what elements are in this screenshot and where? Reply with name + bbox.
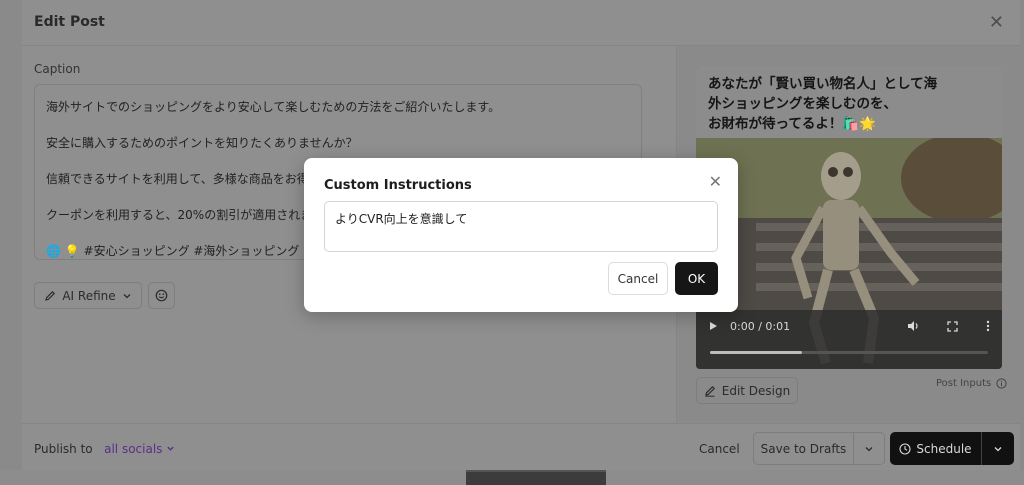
fullscreen-icon[interactable] (947, 320, 958, 332)
play-icon[interactable] (708, 321, 718, 331)
background-thumbnail (466, 470, 606, 485)
caption-line: 安全に購入するためのポイントを知りたくありませんか？ (46, 136, 358, 150)
caption-label: Caption (34, 62, 81, 76)
chevron-down-icon (167, 446, 174, 451)
clock-icon (899, 442, 911, 455)
publish-to: Publish to all socials (34, 442, 175, 456)
save-to-drafts-button[interactable]: Save to Drafts (754, 433, 854, 464)
background-page-right (1020, 0, 1024, 485)
cancel-button[interactable]: Cancel (699, 442, 740, 456)
pencil-icon (704, 385, 715, 397)
modal-footer: Publish to all socials Cancel Save to Dr… (22, 423, 1020, 470)
post-preview-text: あなたが「賢い買い物名人」として海 外ショッピングを楽しむのを、 お財布が待って… (696, 66, 1002, 138)
post-text-line: 外ショッピングを楽しむのを、 (708, 96, 897, 112)
dialog-ok-button[interactable]: OK (675, 262, 718, 295)
post-preview-card: あなたが「賢い買い物名人」として海 外ショッピングを楽しむのを、 お財布が待って… (696, 66, 1002, 369)
ai-refine-label: AI Refine (62, 288, 116, 303)
edit-design-button[interactable]: Edit Design (696, 377, 798, 404)
smiley-icon (155, 289, 168, 302)
skeleton-meme-image[interactable] (696, 138, 1002, 369)
video-progress-fill (710, 351, 802, 354)
drafts-menu-button[interactable] (854, 433, 884, 464)
volume-icon[interactable] (907, 320, 921, 332)
schedule-menu-button[interactable] (982, 432, 1014, 465)
custom-instructions-dialog: Custom Instructions ✕ よりCVR向上を意識して Cance… (304, 158, 738, 312)
ai-refine-button[interactable]: AI Refine (34, 282, 142, 309)
dialog-cancel-button[interactable]: Cancel (608, 262, 668, 295)
close-icon[interactable]: ✕ (989, 12, 1004, 33)
pencil-icon (45, 290, 56, 301)
socials-dropdown[interactable]: all socials (96, 442, 175, 456)
close-icon[interactable]: ✕ (709, 172, 722, 191)
post-inputs-info[interactable]: Post Inputs (936, 378, 1007, 389)
schedule-group: Schedule (890, 432, 1014, 465)
chevron-down-icon (994, 446, 1002, 451)
save-to-drafts-group: Save to Drafts (753, 432, 885, 465)
modal-title: Edit Post (34, 14, 105, 30)
socials-label: all socials (104, 442, 163, 456)
dialog-title: Custom Instructions (324, 178, 472, 193)
more-options-icon[interactable] (986, 320, 990, 332)
schedule-button[interactable]: Schedule (890, 432, 982, 465)
info-icon (996, 378, 1007, 389)
video-progress-bar[interactable] (710, 351, 988, 354)
caption-line: 海外サイトでのショッピングをより安心して楽しむための方法をご紹介いたします。 (46, 100, 501, 114)
edit-design-label: Edit Design (721, 383, 791, 398)
chevron-down-icon (865, 446, 873, 451)
publish-to-label: Publish to (34, 442, 93, 456)
chevron-down-icon (123, 293, 131, 298)
modal-header: Edit Post ✕ (22, 0, 1020, 46)
post-text-line: お財布が待ってるよ！🛍️🌟 (708, 116, 876, 132)
post-text-line: あなたが「賢い買い物名人」として海 (708, 76, 938, 92)
emoji-button[interactable] (148, 282, 175, 309)
post-inputs-label: Post Inputs (936, 378, 992, 389)
background-page-left (0, 0, 22, 485)
video-controls: 0:00 / 0:01 (708, 318, 990, 334)
video-time: 0:00 / 0:01 (730, 319, 791, 333)
schedule-label: Schedule (916, 441, 972, 456)
custom-instructions-input[interactable]: よりCVR向上を意識して (324, 201, 718, 252)
